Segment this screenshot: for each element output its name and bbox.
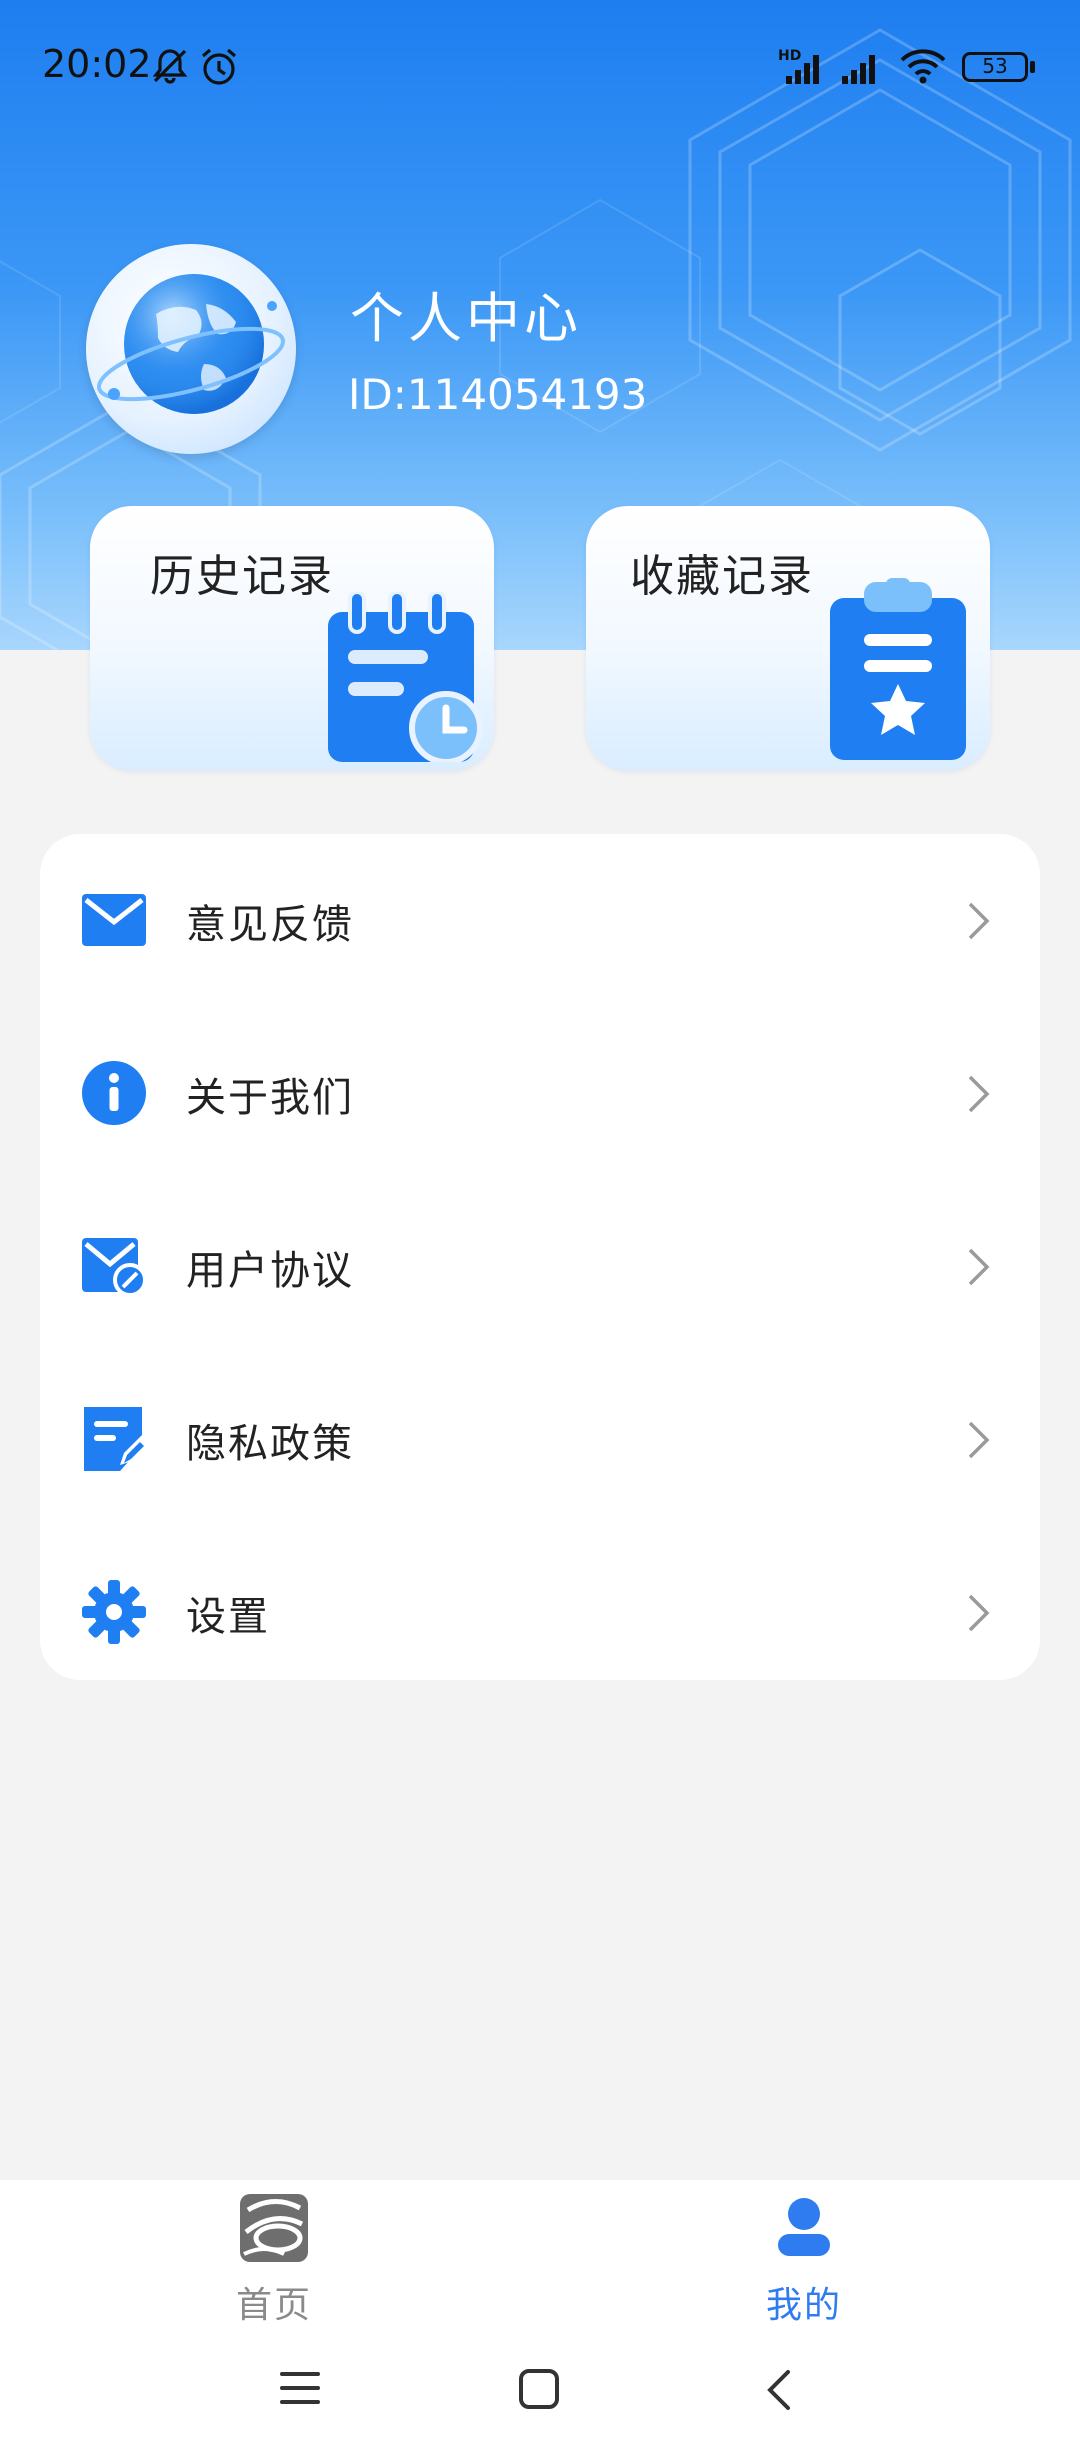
history-card[interactable]: 历史记录	[90, 506, 494, 770]
menu-item-label: 隐私政策	[186, 1421, 354, 1467]
document-edit-icon	[84, 1407, 146, 1471]
person-icon	[778, 2198, 830, 2256]
globe-icon	[96, 274, 286, 414]
chevron-right-icon	[968, 1594, 990, 1632]
chevron-right-icon	[968, 902, 990, 940]
tab-home[interactable]: 首页	[174, 2192, 374, 2330]
system-nav-bar	[0, 2330, 1080, 2460]
chevron-right-icon	[968, 1075, 990, 1113]
menu-item-label: 用户协议	[186, 1248, 354, 1294]
favorite-card-label: 收藏记录	[630, 551, 814, 602]
gear-icon	[82, 1580, 146, 1644]
battery-level: 53	[982, 54, 1008, 78]
signal-2-icon	[842, 55, 875, 84]
clipboard-star-icon	[830, 578, 966, 760]
history-card-label: 历史记录	[150, 551, 334, 602]
bottom-nav: 首页 我的	[0, 2180, 1080, 2330]
home-square-icon[interactable]	[518, 2368, 560, 2410]
tab-home-label: 首页	[235, 2285, 312, 2326]
status-bar: 20:02 HD 53	[0, 0, 1080, 140]
battery-indicator: 53	[962, 52, 1028, 82]
menu-item-privacy-policy[interactable]: 隐私政策	[40, 1353, 1040, 1525]
status-time: 20:02	[42, 42, 152, 86]
agreement-icon	[82, 1238, 146, 1297]
menu-item-label: 关于我们	[186, 1075, 354, 1121]
menu-icon[interactable]	[278, 2368, 322, 2408]
tab-mine[interactable]: 我的	[704, 2192, 904, 2330]
menu-item-settings[interactable]: 设置	[40, 1526, 1040, 1698]
menu-item-about[interactable]: 关于我们	[40, 1007, 1040, 1179]
mail-icon	[82, 894, 146, 946]
signal-1-icon	[786, 55, 819, 84]
chevron-right-icon	[968, 1248, 990, 1286]
bell-muted-icon	[152, 49, 188, 84]
tab-mine-label: 我的	[765, 2285, 842, 2326]
home-logo-icon	[240, 2194, 308, 2262]
info-icon	[82, 1061, 146, 1125]
wifi-icon	[900, 49, 946, 84]
menu-list: 意见反馈 关于我们 用户协议 隐私政策 设置	[40, 834, 1040, 1680]
avatar[interactable]	[86, 244, 296, 454]
menu-item-label: 意见反馈	[186, 902, 354, 948]
menu-item-feedback[interactable]: 意见反馈	[40, 834, 1040, 1006]
calendar-clock-icon	[328, 592, 483, 762]
alarm-clock-icon	[201, 48, 237, 85]
battery-tip	[1030, 61, 1035, 73]
menu-item-user-agreement[interactable]: 用户协议	[40, 1180, 1040, 1352]
favorite-card[interactable]: 收藏记录	[586, 506, 990, 770]
user-id: ID:114054193	[348, 370, 648, 419]
profile-title: 个人中心	[350, 287, 582, 350]
chevron-right-icon	[968, 1421, 990, 1459]
back-icon[interactable]	[762, 2368, 794, 2412]
menu-item-label: 设置	[186, 1594, 270, 1640]
